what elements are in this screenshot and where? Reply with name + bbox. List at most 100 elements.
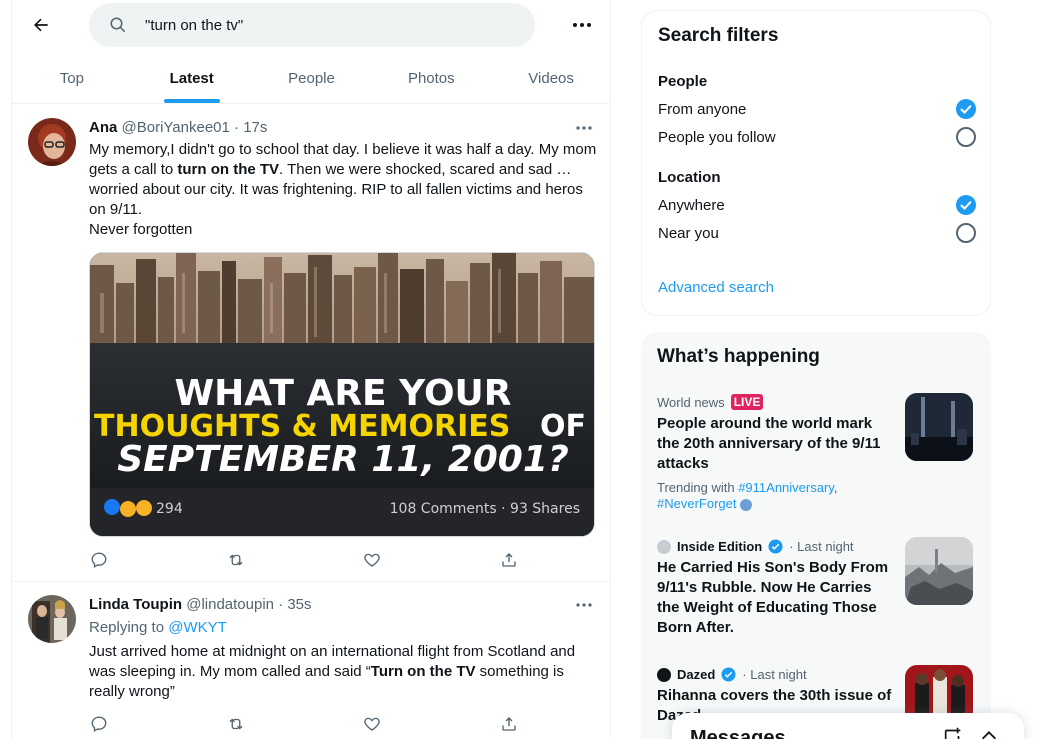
image-headline-line1: WHAT ARE YOUR [174,373,511,414]
search-input[interactable] [145,16,505,34]
main-column: Top Latest People Photos Videos Ana @Bor… [11,0,611,739]
replying-to: Replying to @WKYT [89,619,227,636]
tweet-text-part: Never forgotten [89,221,193,238]
replying-label: Replying to [89,619,165,636]
source-name[interactable]: Dazed [677,667,715,682]
radio-unchecked-icon[interactable] [956,127,976,147]
more-options-button[interactable] [567,10,597,40]
search-filters-panel: Search filters People From anyone People… [641,10,991,316]
filter-from-anyone[interactable]: From anyone [658,97,976,121]
search-box[interactable] [89,3,535,47]
author-name[interactable]: Linda Toupin [89,596,182,613]
tweet-header: Linda Toupin @lindatoupin · 35s [89,596,312,613]
messages-title: Messages [690,727,786,739]
trending-label: Trending with [657,480,735,495]
tweet-image[interactable]: WHAT ARE YOUR THOUGHTS & MEMORIES OF SEP… [89,252,595,537]
back-button[interactable] [26,10,56,40]
replying-handle-link[interactable]: @WKYT [168,619,227,636]
author-name[interactable]: Ana [89,119,117,136]
retweet-icon [229,718,243,730]
tab-people[interactable]: People [252,54,372,103]
inside-edition-logo-icon [657,539,671,554]
tweet[interactable]: Ana @BoriYankee01 · 17s My memory,I didn… [12,104,610,582]
new-message-icon [944,727,961,739]
share-icon [502,553,516,567]
like-button[interactable] [362,714,382,734]
like-reaction-icon [104,499,120,515]
tweet-more-button[interactable] [569,118,599,138]
filter-people-you-follow[interactable]: People you follow [658,125,976,149]
care-reaction-icon [136,500,152,516]
filter-label: From anyone [658,100,747,118]
avatar[interactable] [28,118,76,166]
tweet-actions [89,550,519,570]
new-message-button[interactable] [942,725,964,739]
tab-videos[interactable]: Videos [491,54,610,103]
verified-badge-icon [768,539,783,554]
verified-badge-icon [721,667,736,682]
radio-unchecked-icon[interactable] [956,223,976,243]
hashtag-link[interactable]: #911Anniversary [738,480,834,495]
trending-with: Trending with #911Anniversary, #NeverFor… [657,480,838,511]
dazed-logo-icon [657,667,671,682]
avatar[interactable] [28,595,76,643]
twin-towers-emoji-icon [740,498,753,511]
happening-title: What’s happening [657,346,820,367]
like-button[interactable] [362,550,382,570]
tab-top[interactable]: Top [12,54,132,103]
filters-people-heading: People [658,73,708,90]
back-arrow-icon [34,18,48,32]
trend-headline: People around the world mark the 20th an… [657,415,881,472]
search-tabs: Top Latest People Photos Videos [12,54,610,104]
reply-icon [91,716,107,732]
filters-location-heading: Location [658,169,721,186]
share-icon [502,717,516,731]
trend-thumbnail[interactable] [905,393,973,461]
heart-icon [364,717,381,731]
trend-category: World news [657,394,725,410]
retweet-button[interactable] [226,714,246,734]
messages-drawer[interactable]: Messages [672,713,1024,739]
collapse-drawer-button[interactable] [978,725,1000,739]
tab-latest[interactable]: Latest [132,54,252,103]
hashtag-link[interactable]: #NeverForget [657,496,736,511]
tweet-text: Just arrived home at midnight on an inte… [89,642,599,702]
tweet[interactable]: Linda Toupin @lindatoupin · 35s Replying… [12,582,610,739]
sad-reaction-icon [120,501,136,517]
filter-label: Near you [658,224,719,242]
reply-button[interactable] [89,714,109,734]
tweet-text: My memory,I didn't go to school that day… [89,140,599,240]
image-stats: 108 Comments · 93 Shares [390,501,580,517]
source-name[interactable]: Inside Edition [677,539,762,554]
advanced-search-link[interactable]: Advanced search [658,279,774,296]
tweet-text-highlight: Turn on the TV [370,663,476,680]
share-button[interactable] [499,714,519,734]
author-meta[interactable]: @lindatoupin · 35s [186,596,311,613]
live-badge: LIVE [730,394,764,410]
more-icon [576,603,592,607]
reply-icon [91,552,107,568]
trend-time: · Last night [789,539,854,554]
whats-happening-panel: What’s happening World news LIVE People … [641,332,991,739]
more-icon [573,23,591,27]
retweet-icon [229,554,243,566]
filters-title: Search filters [658,25,779,46]
more-icon [576,126,592,130]
tweet-text-highlight: turn on the TV [177,161,280,178]
author-meta[interactable]: @BoriYankee01 · 17s [122,119,268,136]
filter-label: People you follow [658,128,776,146]
filter-anywhere[interactable]: Anywhere [658,193,976,217]
share-button[interactable] [499,550,519,570]
tweet-header: Ana @BoriYankee01 · 17s [89,119,267,136]
filter-near-you[interactable]: Near you [658,221,976,245]
radio-checked-icon[interactable] [956,99,976,119]
tweet-more-button[interactable] [569,595,599,615]
image-headline-line3: SEPTEMBER 11, 2001? [117,439,569,480]
trend-thumbnail[interactable] [905,537,973,605]
tab-photos[interactable]: Photos [371,54,491,103]
retweet-button[interactable] [226,550,246,570]
radio-checked-icon[interactable] [956,195,976,215]
heart-icon [364,553,381,567]
reply-button[interactable] [89,550,109,570]
chevron-up-icon [981,731,997,739]
